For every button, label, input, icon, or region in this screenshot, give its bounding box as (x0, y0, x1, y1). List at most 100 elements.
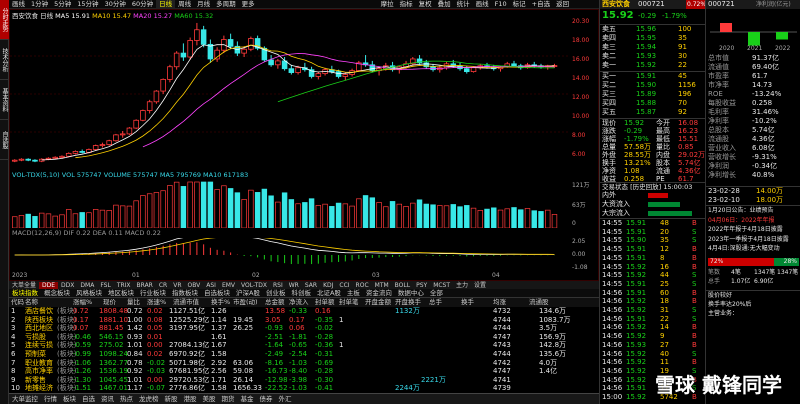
candlestick-chart[interactable] (10, 18, 570, 170)
news-item[interactable]: 2023年一季报于4月18日披露 (706, 235, 800, 244)
book-row[interactable]: 买二 15.90 1156 (600, 81, 706, 90)
tool-item-3[interactable]: 叠加 (435, 0, 454, 8)
bottom-tab-12[interactable]: 债券 (257, 394, 276, 404)
bottom-tab-2[interactable]: 板块 (60, 394, 79, 404)
column-header[interactable]: 封单额 (315, 298, 335, 307)
column-header[interactable]: 流通股 (529, 298, 549, 307)
news-item[interactable]: 1月20日公告：业绩预告 (706, 206, 800, 215)
indicator-tab-12[interactable]: VOL-TDX (238, 282, 270, 289)
sector-tab-1[interactable]: 概念板块 (41, 289, 73, 297)
tool-item-6[interactable]: F10 (492, 0, 510, 8)
menu-item-5[interactable]: 60分钟 (129, 0, 156, 8)
bottom-tab-6[interactable]: 龙虎榜 (136, 394, 162, 404)
menu-item-6[interactable]: 日线 (156, 0, 176, 8)
column-header[interactable]: 封单笔 (339, 298, 359, 307)
sector-tab-13[interactable]: 数据中心 (395, 289, 427, 297)
menu-item-9[interactable]: 多周期 (213, 0, 239, 8)
bottom-tab-7[interactable]: 新股 (162, 394, 181, 404)
column-header[interactable]: 总金额 (265, 298, 285, 307)
indicator-tab-21[interactable]: PSY (413, 282, 430, 289)
news-item[interactable]: 4月4日:深股通:无大幅变动 (706, 244, 800, 253)
indicator-tab-23[interactable]: 主力 (453, 282, 471, 289)
indicator-tab-18[interactable]: ROC (353, 282, 372, 289)
menu-item-2[interactable]: 5分钟 (51, 0, 74, 8)
bottom-tab-5[interactable]: 热点 (117, 394, 136, 404)
menu-item-3[interactable]: 15分钟 (74, 0, 101, 8)
indicator-tab-17[interactable]: CCI (336, 282, 352, 289)
indicator-tab-15[interactable]: SAR (302, 282, 320, 289)
column-header[interactable]: 流通市值 (173, 298, 199, 307)
column-header[interactable]: 名称 (25, 298, 38, 307)
bottom-tab-1[interactable]: 行情 (41, 394, 60, 404)
bottom-tab-3[interactable]: 自选 (79, 394, 98, 404)
sector-tab-14[interactable]: 全部 (427, 289, 446, 297)
column-header[interactable]: 开盘换手 (395, 298, 421, 307)
sector-tab-12[interactable]: 资金流向 (363, 289, 395, 297)
indicator-tab-11[interactable]: EMV (219, 282, 238, 289)
sector-tab-8[interactable]: 创业板 (263, 289, 289, 297)
book-row[interactable]: 卖四 15.95 35 (600, 34, 706, 43)
sidebar-tab-3[interactable]: 基本资料 (0, 80, 9, 120)
column-header[interactable]: 量比 (127, 298, 140, 307)
tool-item-1[interactable]: 指标 (397, 0, 416, 8)
indicator-tab-19[interactable]: MTM (372, 282, 392, 289)
indicator-tab-14[interactable]: WR (286, 282, 302, 289)
column-header[interactable]: 涨幅% (73, 298, 92, 307)
column-header[interactable]: 均涨 (493, 298, 506, 307)
indicator-tab-9[interactable]: OBV (185, 282, 204, 289)
book-row[interactable]: 卖一 15.92 22 (600, 61, 706, 70)
sector-tab-11[interactable]: 主板 (344, 289, 363, 297)
menu-item-0[interactable]: 画线 (9, 0, 28, 8)
tool-item-5[interactable]: 画线 (473, 0, 492, 8)
column-header[interactable]: 换手% (211, 298, 230, 307)
sector-tab-6[interactable]: 自选板块 (201, 289, 233, 297)
book-row[interactable]: 买四 15.88 70 (600, 99, 706, 108)
indicator-tab-8[interactable]: VR (170, 282, 184, 289)
indicator-tab-20[interactable]: BOLL (392, 282, 413, 289)
book-row[interactable]: 买五 15.87 92 (600, 108, 706, 117)
indicator-tab-10[interactable]: ASI (203, 282, 219, 289)
menu-item-7[interactable]: 周线 (175, 0, 194, 8)
sector-tab-3[interactable]: 地区板块 (105, 289, 137, 297)
volume-chart[interactable] (10, 180, 570, 228)
tool-item-8[interactable]: +自选 (529, 0, 553, 8)
bottom-tab-9[interactable]: 美股 (200, 394, 219, 404)
sidebar-tab-1[interactable]: 分时走势 (0, 0, 9, 40)
menu-item-10[interactable]: 更多 (239, 0, 258, 8)
tool-item-4[interactable]: 统计 (454, 0, 473, 8)
indicator-tab-3[interactable]: DMA (77, 282, 97, 289)
column-header[interactable]: 换手 (461, 298, 474, 307)
sector-tab-2[interactable]: 风格板块 (73, 289, 105, 297)
indicator-tab-4[interactable]: FSL (97, 282, 114, 289)
menu-item-8[interactable]: 月线 (194, 0, 213, 8)
news-list[interactable]: 1月20日公告：业绩预告 04月06日：2022年年报 2022年年报于4月18日披… (706, 205, 800, 253)
book-row[interactable]: 买三 15.89 196 (600, 90, 706, 99)
book-row[interactable]: 卖二 15.93 30 (600, 52, 706, 61)
indicator-tab-13[interactable]: RSI (270, 282, 286, 289)
indicator-tab-2[interactable]: DDX (58, 282, 77, 289)
indicator-tab-16[interactable]: KDJ (320, 282, 336, 289)
bottom-tab-10[interactable]: 期货 (219, 394, 238, 404)
menu-item-4[interactable]: 30分钟 (102, 0, 129, 8)
menu-item-1[interactable]: 1分钟 (28, 0, 51, 8)
column-header[interactable]: 开盘金额 (365, 298, 391, 307)
tool-item-9[interactable]: 返回 (553, 0, 572, 8)
indicator-tab-6[interactable]: BRAR (134, 282, 156, 289)
column-header[interactable]: 总手 (429, 298, 442, 307)
indicator-tab-24[interactable]: 设置 (471, 282, 489, 289)
kline-chart-area[interactable]: 西安饮食 日线 MA5 15.91 MA10 15.47 MA20 15.27 … (9, 9, 599, 281)
bottom-tab-11[interactable]: 基金 (238, 394, 257, 404)
column-header[interactable]: 涨速% (147, 298, 166, 307)
bottom-tab-8[interactable]: 港股 (181, 394, 200, 404)
sector-tab-4[interactable]: 行业板块 (137, 289, 169, 297)
sector-tab-5[interactable]: 指数板块 (169, 289, 201, 297)
book-row[interactable]: 卖三 15.94 91 (600, 43, 706, 52)
sector-tab-7[interactable]: 沪深A股 (233, 289, 263, 297)
sidebar-tab-4[interactable]: 自选股 (0, 120, 9, 160)
tool-item-0[interactable]: 摩拉 (378, 0, 397, 8)
indicator-tab-0[interactable]: 大单全量 (9, 282, 39, 289)
news-item[interactable]: 04月06日：2022年年报 (706, 216, 800, 225)
book-row[interactable]: 买一 15.91 45 (600, 72, 706, 81)
column-header[interactable]: 现价 (103, 298, 116, 307)
news-item[interactable]: 2022年年报于4月18日披露 (706, 225, 800, 234)
